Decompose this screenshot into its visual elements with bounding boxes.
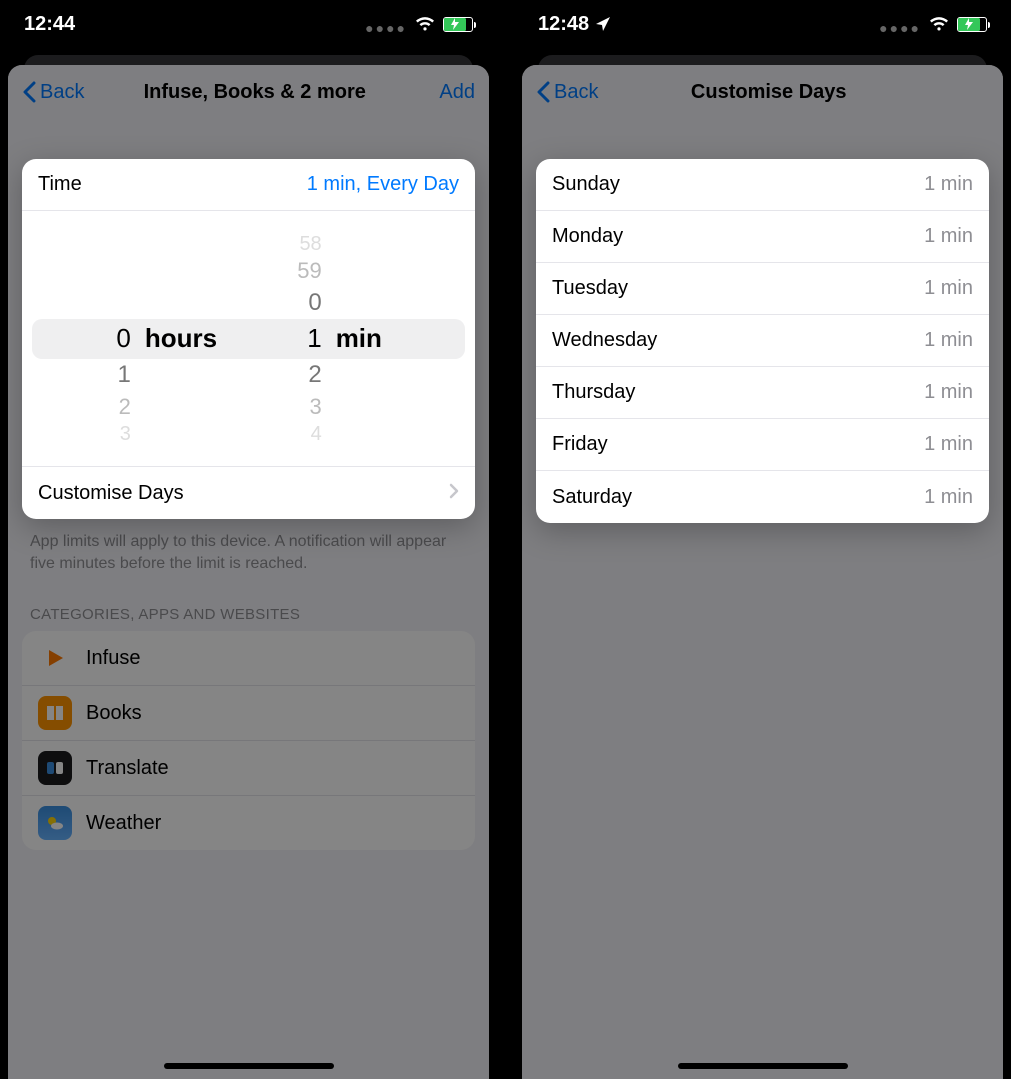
translate-app-icon (38, 751, 72, 785)
battery-charging-icon (957, 17, 987, 32)
day-value: 1 min (924, 329, 973, 352)
section-header: CATEGORIES, APPS AND WEBSITES (8, 586, 489, 631)
hours-column[interactable]: 0 1 2 3 (22, 211, 141, 466)
time-row[interactable]: Time 1 min, Every Day (22, 159, 475, 211)
customise-days-label: Customise Days (38, 482, 184, 505)
customise-days-row[interactable]: Customise Days (22, 467, 475, 519)
minutes-label-col: min (332, 211, 404, 466)
hours-selected: 0 (22, 321, 141, 357)
infuse-app-icon (38, 641, 72, 675)
list-item[interactable]: Books (22, 686, 475, 741)
app-name: Books (86, 702, 142, 725)
nav-bar: Back Customise Days (522, 65, 1003, 119)
time-label: Time (38, 173, 82, 196)
app-name: Infuse (86, 647, 140, 670)
home-indicator[interactable] (678, 1063, 848, 1069)
time-limit-card: Time 1 min, Every Day 0 1 2 3 hours (22, 159, 475, 519)
add-button[interactable]: Add (425, 81, 475, 104)
status-bar: 12:44 ●●●● (0, 0, 497, 48)
day-value: 1 min (924, 277, 973, 300)
time-picker[interactable]: 0 1 2 3 hours 58 59 0 1 2 3 (22, 211, 475, 467)
back-label: Back (40, 81, 84, 104)
day-name: Sunday (552, 173, 620, 196)
phone-screenshot-left: 12:44 ●●●● Back Infuse, Books & 2 more A… (0, 0, 497, 1079)
day-row-wednesday[interactable]: Wednesday 1 min (536, 315, 989, 367)
page-title: Infuse, Books & 2 more (84, 81, 425, 104)
chevron-right-icon (449, 482, 459, 505)
cell-signal-icon: ●●●● (879, 20, 921, 36)
back-button[interactable]: Back (22, 81, 84, 104)
wifi-icon (929, 17, 949, 32)
nav-bar: Back Infuse, Books & 2 more Add (8, 65, 489, 119)
list-item[interactable]: Translate (22, 741, 475, 796)
day-name: Saturday (552, 486, 632, 509)
location-icon (595, 16, 611, 32)
day-value: 1 min (924, 433, 973, 456)
day-row-monday[interactable]: Monday 1 min (536, 211, 989, 263)
settings-sheet: Back Infuse, Books & 2 more Add Time 1 m… (8, 65, 489, 1079)
day-name: Monday (552, 225, 623, 248)
weather-app-icon (38, 806, 72, 840)
day-row-sunday[interactable]: Sunday 1 min (536, 159, 989, 211)
cell-signal-icon: ●●●● (365, 20, 407, 36)
app-name: Translate (86, 757, 169, 780)
status-time: 12:48 (538, 13, 589, 36)
day-value: 1 min (924, 486, 973, 509)
phone-screenshot-right: 12:48 ●●●● Back Customise Days (514, 0, 1011, 1079)
battery-charging-icon (443, 17, 473, 32)
hours-unit-label: hours (141, 321, 213, 357)
day-value: 1 min (924, 225, 973, 248)
footer-help-text: App limits will apply to this device. A … (8, 519, 489, 586)
page-title: Customise Days (598, 81, 939, 104)
minutes-unit-label: min (332, 321, 404, 357)
minutes-selected: 1 (213, 321, 332, 357)
minutes-column[interactable]: 58 59 0 1 2 3 4 (213, 211, 332, 466)
days-card: Sunday 1 min Monday 1 min Tuesday 1 min … (536, 159, 989, 523)
books-app-icon (38, 696, 72, 730)
status-bar: 12:48 ●●●● (514, 0, 1011, 48)
day-value: 1 min (924, 173, 973, 196)
day-row-friday[interactable]: Friday 1 min (536, 419, 989, 471)
hours-label-col: hours (141, 211, 213, 466)
day-name: Thursday (552, 381, 635, 404)
day-row-thursday[interactable]: Thursday 1 min (536, 367, 989, 419)
home-indicator[interactable] (164, 1063, 334, 1069)
day-name: Friday (552, 433, 608, 456)
app-name: Weather (86, 812, 161, 835)
day-name: Wednesday (552, 329, 657, 352)
settings-sheet: Back Customise Days Sunday 1 min Monday … (522, 65, 1003, 1079)
apps-list: Infuse Books Translate Weather (22, 631, 475, 850)
day-value: 1 min (924, 381, 973, 404)
day-row-saturday[interactable]: Saturday 1 min (536, 471, 989, 523)
back-button[interactable]: Back (536, 81, 598, 104)
status-time: 12:44 (24, 13, 75, 36)
day-name: Tuesday (552, 277, 628, 300)
wifi-icon (415, 17, 435, 32)
day-row-tuesday[interactable]: Tuesday 1 min (536, 263, 989, 315)
back-label: Back (554, 81, 598, 104)
time-value: 1 min, Every Day (307, 173, 459, 196)
list-item[interactable]: Infuse (22, 631, 475, 686)
list-item[interactable]: Weather (22, 796, 475, 850)
